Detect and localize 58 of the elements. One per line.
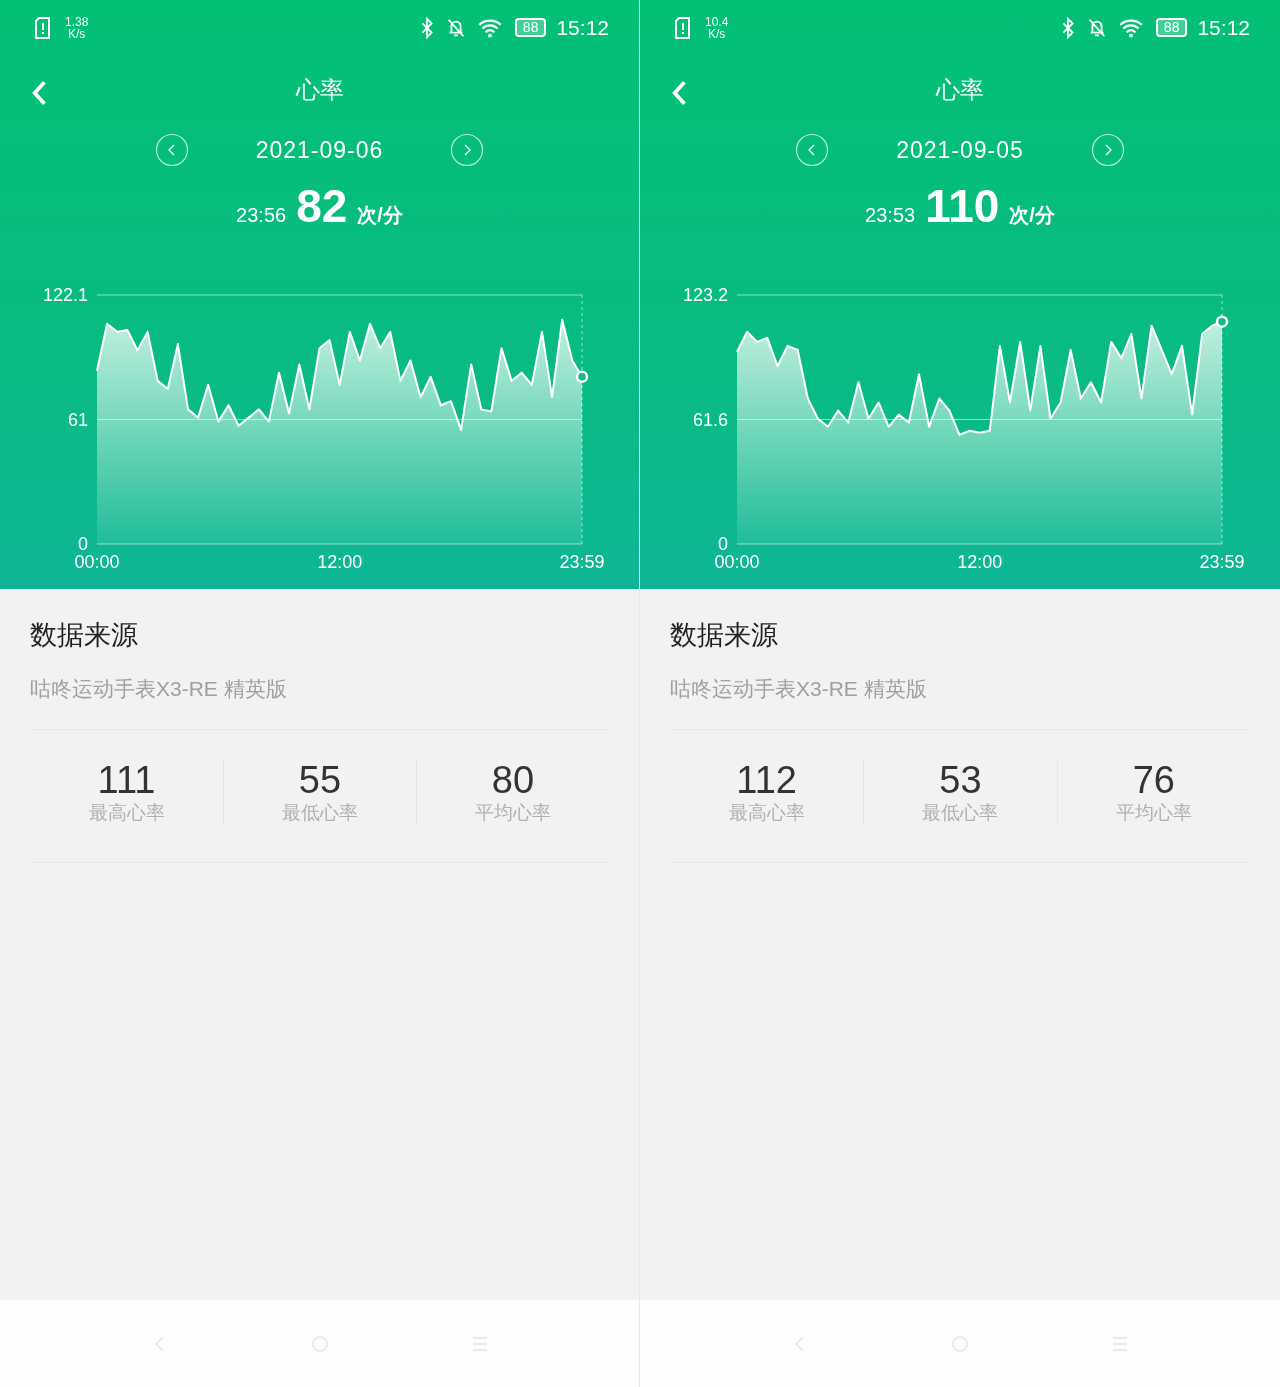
y-axis-label: 123.2 (682, 285, 728, 305)
y-axis-label: 0 (718, 534, 728, 554)
x-axis-label: 12:00 (317, 552, 363, 572)
current-point-marker (575, 370, 589, 384)
selected-date: 2021-09-05 (896, 136, 1024, 164)
clock-time: 15:12 (1197, 15, 1250, 40)
battery-indicator: 88 (1155, 18, 1188, 37)
back-icon[interactable] (671, 80, 687, 106)
stat-value: 111 (97, 760, 156, 800)
y-axis-label: 0 (78, 534, 88, 554)
stat-label: 最低心率 (282, 801, 358, 825)
x-axis-label: 23:59 (1199, 552, 1245, 572)
stat-label: 最高心率 (88, 801, 165, 825)
stat-value: 53 (939, 760, 982, 800)
selected-date: 2021-09-06 (255, 136, 384, 164)
device-name: 咕咚运动手表X3-RE 精英版 (670, 676, 928, 702)
speed-unit: K/s (68, 27, 86, 40)
previous-day-icon[interactable] (795, 133, 830, 167)
stat-value: 80 (491, 760, 535, 800)
x-axis-label: 00:00 (714, 552, 760, 572)
x-axis-label: 12:00 (957, 552, 1003, 572)
y-axis-label: 61 (67, 409, 88, 430)
reading-time: 23:56 (236, 204, 287, 227)
heart-rate-unit: 次/分 (1009, 203, 1055, 228)
heart-rate-value: 110 (925, 179, 1000, 233)
home-icon[interactable] (309, 1333, 330, 1354)
page-title: 心率 (295, 75, 344, 105)
home-icon[interactable] (950, 1333, 970, 1354)
stat-label: 最高心率 (728, 801, 805, 825)
y-axis-label: 122.1 (42, 285, 88, 305)
y-axis-label: 61.6 (692, 409, 728, 430)
stat-value: 55 (298, 760, 342, 800)
battery-indicator: 88 (514, 18, 547, 37)
section-heading: 数据来源 (30, 619, 139, 652)
stat-value: 76 (1132, 760, 1175, 800)
next-day-icon[interactable] (450, 133, 485, 167)
heart-rate-value: 82 (296, 179, 348, 233)
heart-rate-unit: 次/分 (357, 203, 403, 228)
x-axis-label: 00:00 (74, 552, 120, 572)
clock-time: 15:12 (556, 15, 609, 40)
network-speed: 10.4 (705, 15, 729, 28)
device-name: 咕咚运动手表X3-RE 精英版 (30, 676, 288, 702)
stat-label: 平均心率 (475, 801, 551, 825)
section-heading: 数据来源 (670, 619, 779, 652)
stat-value: 112 (736, 760, 797, 800)
stat-label: 最低心率 (922, 801, 999, 825)
network-speed: 1.38 (65, 15, 89, 28)
sim-card-icon (33, 15, 53, 40)
current-point-marker (1215, 315, 1229, 328)
next-day-icon[interactable] (1090, 133, 1125, 167)
speed-unit: K/s (708, 27, 726, 40)
sim-card-icon (673, 15, 693, 40)
stat-label: 平均心率 (1115, 801, 1192, 825)
x-axis-label: 23:59 (559, 552, 605, 572)
page-title: 心率 (936, 75, 984, 105)
back-icon[interactable] (31, 80, 47, 106)
reading-time: 23:53 (865, 204, 916, 227)
previous-day-icon[interactable] (154, 133, 189, 167)
